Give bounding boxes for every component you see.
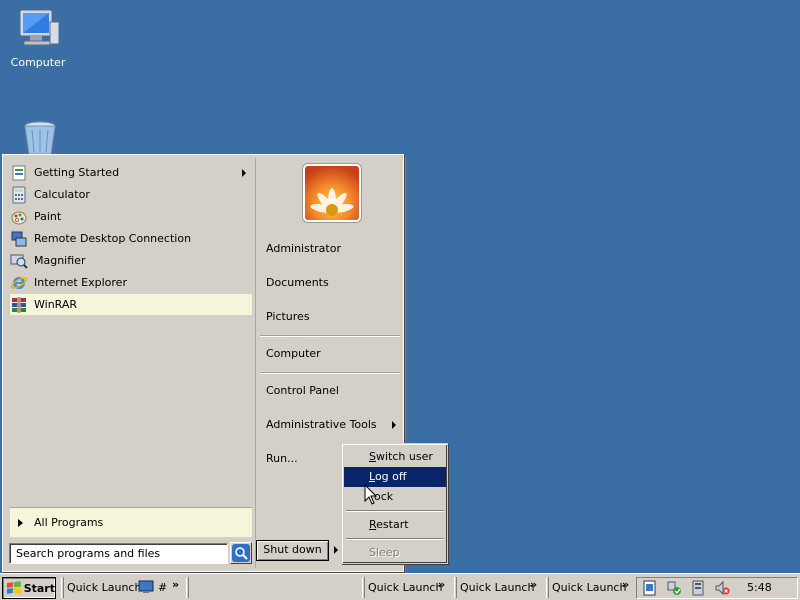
submenu-arrow-icon — [392, 421, 396, 429]
flower-avatar-icon — [305, 166, 359, 220]
program-label: Getting Started — [34, 166, 120, 179]
program-label: Magnifier — [34, 254, 86, 267]
toolbar-grip[interactable] — [61, 577, 64, 598]
quick-launch-label: Quick Launch — [67, 581, 142, 594]
toolbar-grip[interactable] — [454, 577, 457, 598]
mouse-pointer-icon — [364, 484, 378, 505]
places-separator — [260, 372, 400, 374]
server-icon[interactable] — [690, 580, 706, 596]
calculator-icon — [12, 186, 26, 203]
program-label: Remote Desktop Connection — [34, 232, 192, 245]
toolbar-grip[interactable] — [186, 577, 189, 598]
places-control-panel[interactable]: Control Panel — [266, 381, 400, 401]
menu-item-log-off[interactable]: Log off — [344, 467, 446, 487]
menu-separator — [346, 510, 444, 512]
program-label: Paint — [34, 210, 62, 223]
clock[interactable]: 5:48 — [747, 581, 772, 594]
internet-explorer-icon — [10, 276, 28, 289]
all-programs-button[interactable]: All Programs — [10, 507, 252, 537]
shutdown-options-menu: Switch user Log off ock Restart Sleep — [341, 443, 448, 564]
places-administrator[interactable]: Administrator — [266, 239, 400, 259]
program-magnifier[interactable]: Magnifier — [10, 250, 252, 271]
accel-key: S — [369, 450, 376, 463]
chevron-icon[interactable]: » — [172, 578, 179, 591]
places-item-label: Administrative Tools — [266, 418, 377, 431]
start-label: Start — [23, 581, 55, 595]
program-paint[interactable]: Paint — [10, 206, 252, 227]
program-internet-explorer[interactable]: Internet Explorer — [10, 272, 252, 293]
menu-item-sleep: Sleep — [344, 543, 446, 563]
document-icon[interactable] — [642, 580, 658, 596]
places-administrative-tools[interactable]: Administrative Tools — [266, 415, 400, 435]
search-icon — [232, 544, 250, 562]
quick-launch-label: Quick Launch — [552, 581, 627, 594]
quick-launch-label: Quick Launch — [368, 581, 443, 594]
desktop-icon-recycle-bin[interactable] — [5, 120, 75, 158]
program-remote-desktop[interactable]: Remote Desktop Connection — [10, 228, 252, 249]
places-pictures[interactable]: Pictures — [266, 307, 400, 327]
shutdown-button[interactable]: Shut down — [256, 540, 329, 561]
program-getting-started[interactable]: Getting Started — [10, 162, 252, 183]
computer-icon — [19, 9, 60, 46]
menu-item-text: og off — [374, 470, 407, 483]
places-documents[interactable]: Documents — [266, 273, 400, 293]
menu-item-lock[interactable]: ock — [344, 487, 446, 507]
paint-icon — [11, 211, 27, 224]
places-separator — [260, 335, 400, 337]
desktop-icon-label: Computer — [10, 56, 66, 69]
hash-label: # — [158, 581, 168, 594]
show-desktop-icon[interactable] — [138, 580, 154, 594]
all-programs-arrow-icon — [18, 519, 23, 527]
system-tray: 5:48 — [636, 577, 798, 599]
magnifier-icon — [10, 254, 28, 269]
menu-item-switch-user[interactable]: Switch user — [344, 447, 446, 467]
search-button[interactable] — [230, 542, 252, 564]
menu-item-text: witch user — [375, 450, 433, 463]
programs-pane: Getting Started Calculator Paint Remote … — [6, 158, 254, 568]
user-avatar — [303, 164, 361, 222]
chevron-icon[interactable]: » — [530, 578, 537, 591]
menu-item-restart[interactable]: Restart — [344, 515, 446, 535]
program-label: WinRAR — [34, 298, 78, 311]
volume-muted-icon[interactable] — [714, 580, 730, 596]
windows-logo-icon — [6, 581, 21, 594]
chevron-icon[interactable]: » — [438, 578, 445, 591]
menu-item-text: estart — [376, 518, 409, 531]
program-winrar[interactable]: WinRAR — [10, 294, 252, 315]
program-calculator[interactable]: Calculator — [10, 184, 252, 205]
all-programs-label: All Programs — [34, 516, 104, 529]
taskbar: Start Quick Launch # » Quick Launch » Qu… — [0, 573, 800, 600]
start-button[interactable]: Start — [2, 577, 56, 599]
remote-desktop-icon — [11, 231, 27, 246]
desktop-icon-computer[interactable]: Computer — [3, 8, 73, 69]
places-computer[interactable]: Computer — [266, 344, 400, 364]
program-label: Calculator — [34, 188, 90, 201]
recycle-bin-icon — [24, 121, 56, 154]
quick-launch-label: Quick Launch — [460, 581, 535, 594]
winrar-icon — [12, 296, 26, 313]
menu-separator — [346, 538, 444, 540]
getting-started-icon — [12, 165, 26, 180]
program-label: Internet Explorer — [34, 276, 127, 289]
search-input[interactable]: Search programs and files — [9, 543, 228, 564]
submenu-arrow-icon — [242, 169, 246, 177]
toolbar-grip[interactable] — [546, 577, 549, 598]
toolbar-grip[interactable] — [362, 577, 365, 598]
menu-item-text: Sleep — [369, 546, 400, 559]
chevron-icon[interactable]: » — [622, 578, 629, 591]
network-status-icon[interactable] — [666, 580, 682, 596]
